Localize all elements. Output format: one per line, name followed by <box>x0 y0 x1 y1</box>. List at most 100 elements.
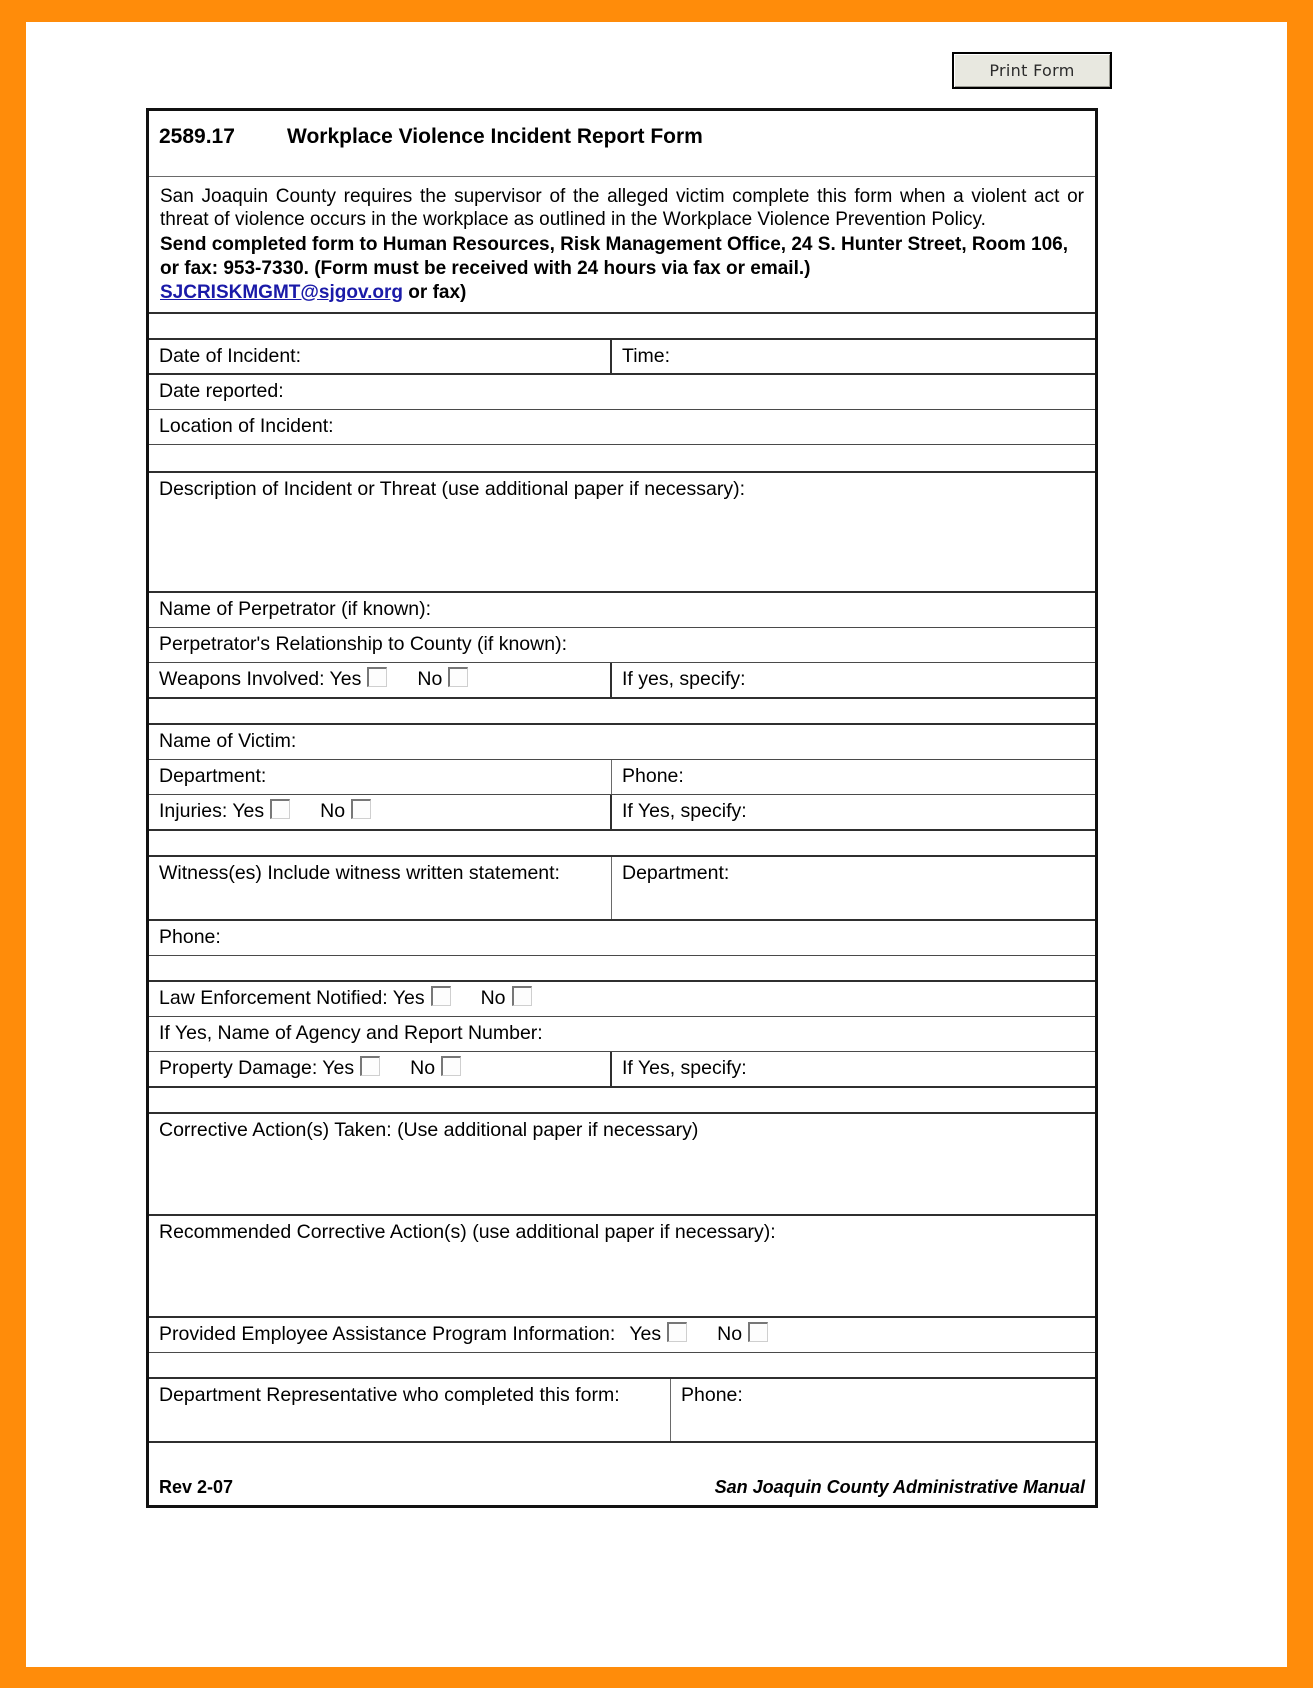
spacer-row-4[interactable] <box>149 956 1095 983</box>
property-damage-label: Property Damage: Yes <box>159 1056 355 1079</box>
property-damage-specify-field[interactable]: If Yes, specify: <box>612 1052 1095 1086</box>
law-enforcement-no-label: No <box>480 987 506 1010</box>
spacer-cell-6[interactable] <box>149 1353 1095 1377</box>
agency-report-number-label: If Yes, Name of Agency and Report Number… <box>159 1022 543 1045</box>
property-damage-no-label: No <box>410 1056 436 1079</box>
eap-no-checkbox[interactable] <box>748 1321 769 1342</box>
title-spacer-row <box>149 163 1095 177</box>
witness-department-field[interactable]: Department: <box>612 857 1095 919</box>
date-incident-row: Date of Incident: Time: <box>149 339 1095 376</box>
dept-representative-phone-field[interactable]: Phone: <box>671 1379 1095 1441</box>
law-enforcement-label: Law Enforcement Notified: Yes <box>159 987 425 1010</box>
eap-yes-label: Yes <box>629 1322 662 1345</box>
intro-email-line: SJCRISKMGMT@sjgov.org or fax) <box>160 281 1084 305</box>
spacer-row-2[interactable] <box>149 699 1095 726</box>
email-suffix: or fax) <box>403 281 467 303</box>
eap-no-label: No <box>717 1322 743 1345</box>
description-field[interactable]: Description of Incident or Threat (use a… <box>149 473 1095 591</box>
law-enforcement-yes-checkbox[interactable] <box>430 986 451 1007</box>
time-field[interactable]: Time: <box>612 340 1095 374</box>
page-title: Workplace Violence Incident Report Form <box>287 124 703 148</box>
intro-paragraph: San Joaquin County requires the supervis… <box>160 186 1084 231</box>
witness-phone-row[interactable]: Phone: <box>149 921 1095 957</box>
incident-report-form: 2589.17 Workplace Violence Incident Repor… <box>146 108 1098 1508</box>
witness-phone-field[interactable]: Phone: <box>149 921 1095 955</box>
recommended-corrective-actions-field[interactable]: Recommended Corrective Action(s) (use ad… <box>149 1216 1095 1316</box>
perpetrator-relationship-label: Perpetrator's Relationship to County (if… <box>159 633 567 656</box>
spacer-cell-2[interactable] <box>149 699 1095 723</box>
spacer-row-1 <box>149 314 1095 340</box>
injuries-specify-field[interactable]: If Yes, specify: <box>612 795 1095 829</box>
spacer-cell-3[interactable] <box>149 831 1095 855</box>
injuries-no-label: No <box>320 800 346 823</box>
weapons-involved-label: Weapons Involved: Yes <box>159 668 362 691</box>
location-continuation-row[interactable] <box>149 445 1095 474</box>
perpetrator-relationship-field[interactable]: Perpetrator's Relationship to County (if… <box>149 628 1095 662</box>
spacer-row-5[interactable] <box>149 1088 1095 1114</box>
email-link[interactable]: SJCRISKMGMT@sjgov.org <box>160 282 403 303</box>
dept-representative-field[interactable]: Department Representative who completed … <box>149 1378 671 1441</box>
manual-label: San Joaquin County Administrative Manual <box>714 1476 1086 1497</box>
victim-department-label: Department: <box>159 765 267 788</box>
form-footer: Rev 2-07 San Joaquin County Administrati… <box>149 1443 1095 1505</box>
spacer-cell-4[interactable] <box>149 956 1095 980</box>
spacer-cell-5[interactable] <box>149 1088 1095 1112</box>
law-enforcement-row: Law Enforcement Notified: Yes No <box>149 982 1095 1018</box>
date-of-incident-label: Date of Incident: <box>159 344 302 367</box>
witness-row: Witness(es) Include witness written stat… <box>149 857 1095 922</box>
description-row[interactable]: Description of Incident or Threat (use a… <box>149 473 1095 594</box>
weapons-yes-checkbox[interactable] <box>367 667 388 688</box>
corrective-actions-taken-label: Corrective Action(s) Taken: (Use additio… <box>159 1118 699 1141</box>
form-title-cell: 2589.17 Workplace Violence Incident Repor… <box>149 124 1095 151</box>
location-continuation-cell[interactable] <box>149 445 1095 471</box>
witness-label: Witness(es) Include witness written stat… <box>159 862 560 885</box>
description-label: Description of Incident or Threat (use a… <box>159 478 746 501</box>
dept-representative-row: Department Representative who completed … <box>149 1378 1095 1443</box>
eap-yes-checkbox[interactable] <box>667 1321 688 1342</box>
form-title-row: 2589.17 Workplace Violence Incident Repor… <box>149 111 1095 163</box>
weapons-involved-field: Weapons Involved: Yes No <box>149 663 612 698</box>
weapons-no-checkbox[interactable] <box>448 667 469 688</box>
scanned-page-border: Print Form 2589.17 Workplace Violence Inc… <box>0 0 1313 1688</box>
spacer-row-6[interactable] <box>149 1353 1095 1379</box>
recommended-corrective-actions-label: Recommended Corrective Action(s) (use ad… <box>159 1220 776 1243</box>
recommended-corrective-actions-row[interactable]: Recommended Corrective Action(s) (use ad… <box>149 1216 1095 1318</box>
date-reported-row[interactable]: Date reported: <box>149 375 1095 411</box>
injuries-field: Injuries: Yes No <box>149 795 612 830</box>
perpetrator-name-row[interactable]: Name of Perpetrator (if known): <box>149 593 1095 629</box>
victim-department-field[interactable]: Department: <box>149 760 612 795</box>
agency-report-row[interactable]: If Yes, Name of Agency and Report Number… <box>149 1017 1095 1052</box>
spacer-row-3[interactable] <box>149 831 1095 858</box>
property-damage-field: Property Damage: Yes No <box>149 1051 612 1086</box>
agency-report-number-field[interactable]: If Yes, Name of Agency and Report Number… <box>149 1017 1095 1051</box>
name-of-victim-field[interactable]: Name of Victim: <box>149 725 1095 759</box>
eap-label: Provided Employee Assistance Program Inf… <box>159 1322 616 1345</box>
document-page: Print Form 2589.17 Workplace Violence Inc… <box>26 22 1287 1667</box>
weapons-specify-field[interactable]: If yes, specify: <box>612 663 1095 697</box>
weapons-involved-row: Weapons Involved: Yes No If yes, specify: <box>149 663 1095 700</box>
print-form-button[interactable]: Print Form <box>952 52 1112 89</box>
injuries-no-checkbox[interactable] <box>351 799 372 820</box>
witness-field[interactable]: Witness(es) Include witness written stat… <box>149 857 612 920</box>
witness-department-label: Department: <box>622 862 730 885</box>
weapons-specify-label: If yes, specify: <box>622 668 746 691</box>
injuries-yes-checkbox[interactable] <box>270 799 291 820</box>
victim-phone-label: Phone: <box>622 765 684 788</box>
property-damage-no-checkbox[interactable] <box>441 1055 462 1076</box>
location-of-incident-field[interactable]: Location of Incident: <box>149 410 1095 444</box>
perpetrator-relationship-row[interactable]: Perpetrator's Relationship to County (if… <box>149 628 1095 664</box>
corrective-actions-taken-row[interactable]: Corrective Action(s) Taken: (Use additio… <box>149 1114 1095 1216</box>
corrective-actions-taken-field[interactable]: Corrective Action(s) Taken: (Use additio… <box>149 1114 1095 1214</box>
law-enforcement-no-checkbox[interactable] <box>511 986 532 1007</box>
name-of-perpetrator-field[interactable]: Name of Perpetrator (if known): <box>149 593 1095 627</box>
eap-row: Provided Employee Assistance Program Inf… <box>149 1318 1095 1353</box>
victim-phone-field[interactable]: Phone: <box>612 760 1095 794</box>
location-incident-row[interactable]: Location of Incident: <box>149 410 1095 446</box>
date-reported-field[interactable]: Date reported: <box>149 375 1095 409</box>
property-damage-yes-checkbox[interactable] <box>360 1055 381 1076</box>
print-form-label: Print Form <box>989 61 1075 80</box>
revision-label: Rev 2-07 <box>159 1476 234 1497</box>
victim-name-row[interactable]: Name of Victim: <box>149 725 1095 761</box>
date-reported-label: Date reported: <box>159 380 284 403</box>
date-of-incident-field[interactable]: Date of Incident: <box>149 339 612 374</box>
